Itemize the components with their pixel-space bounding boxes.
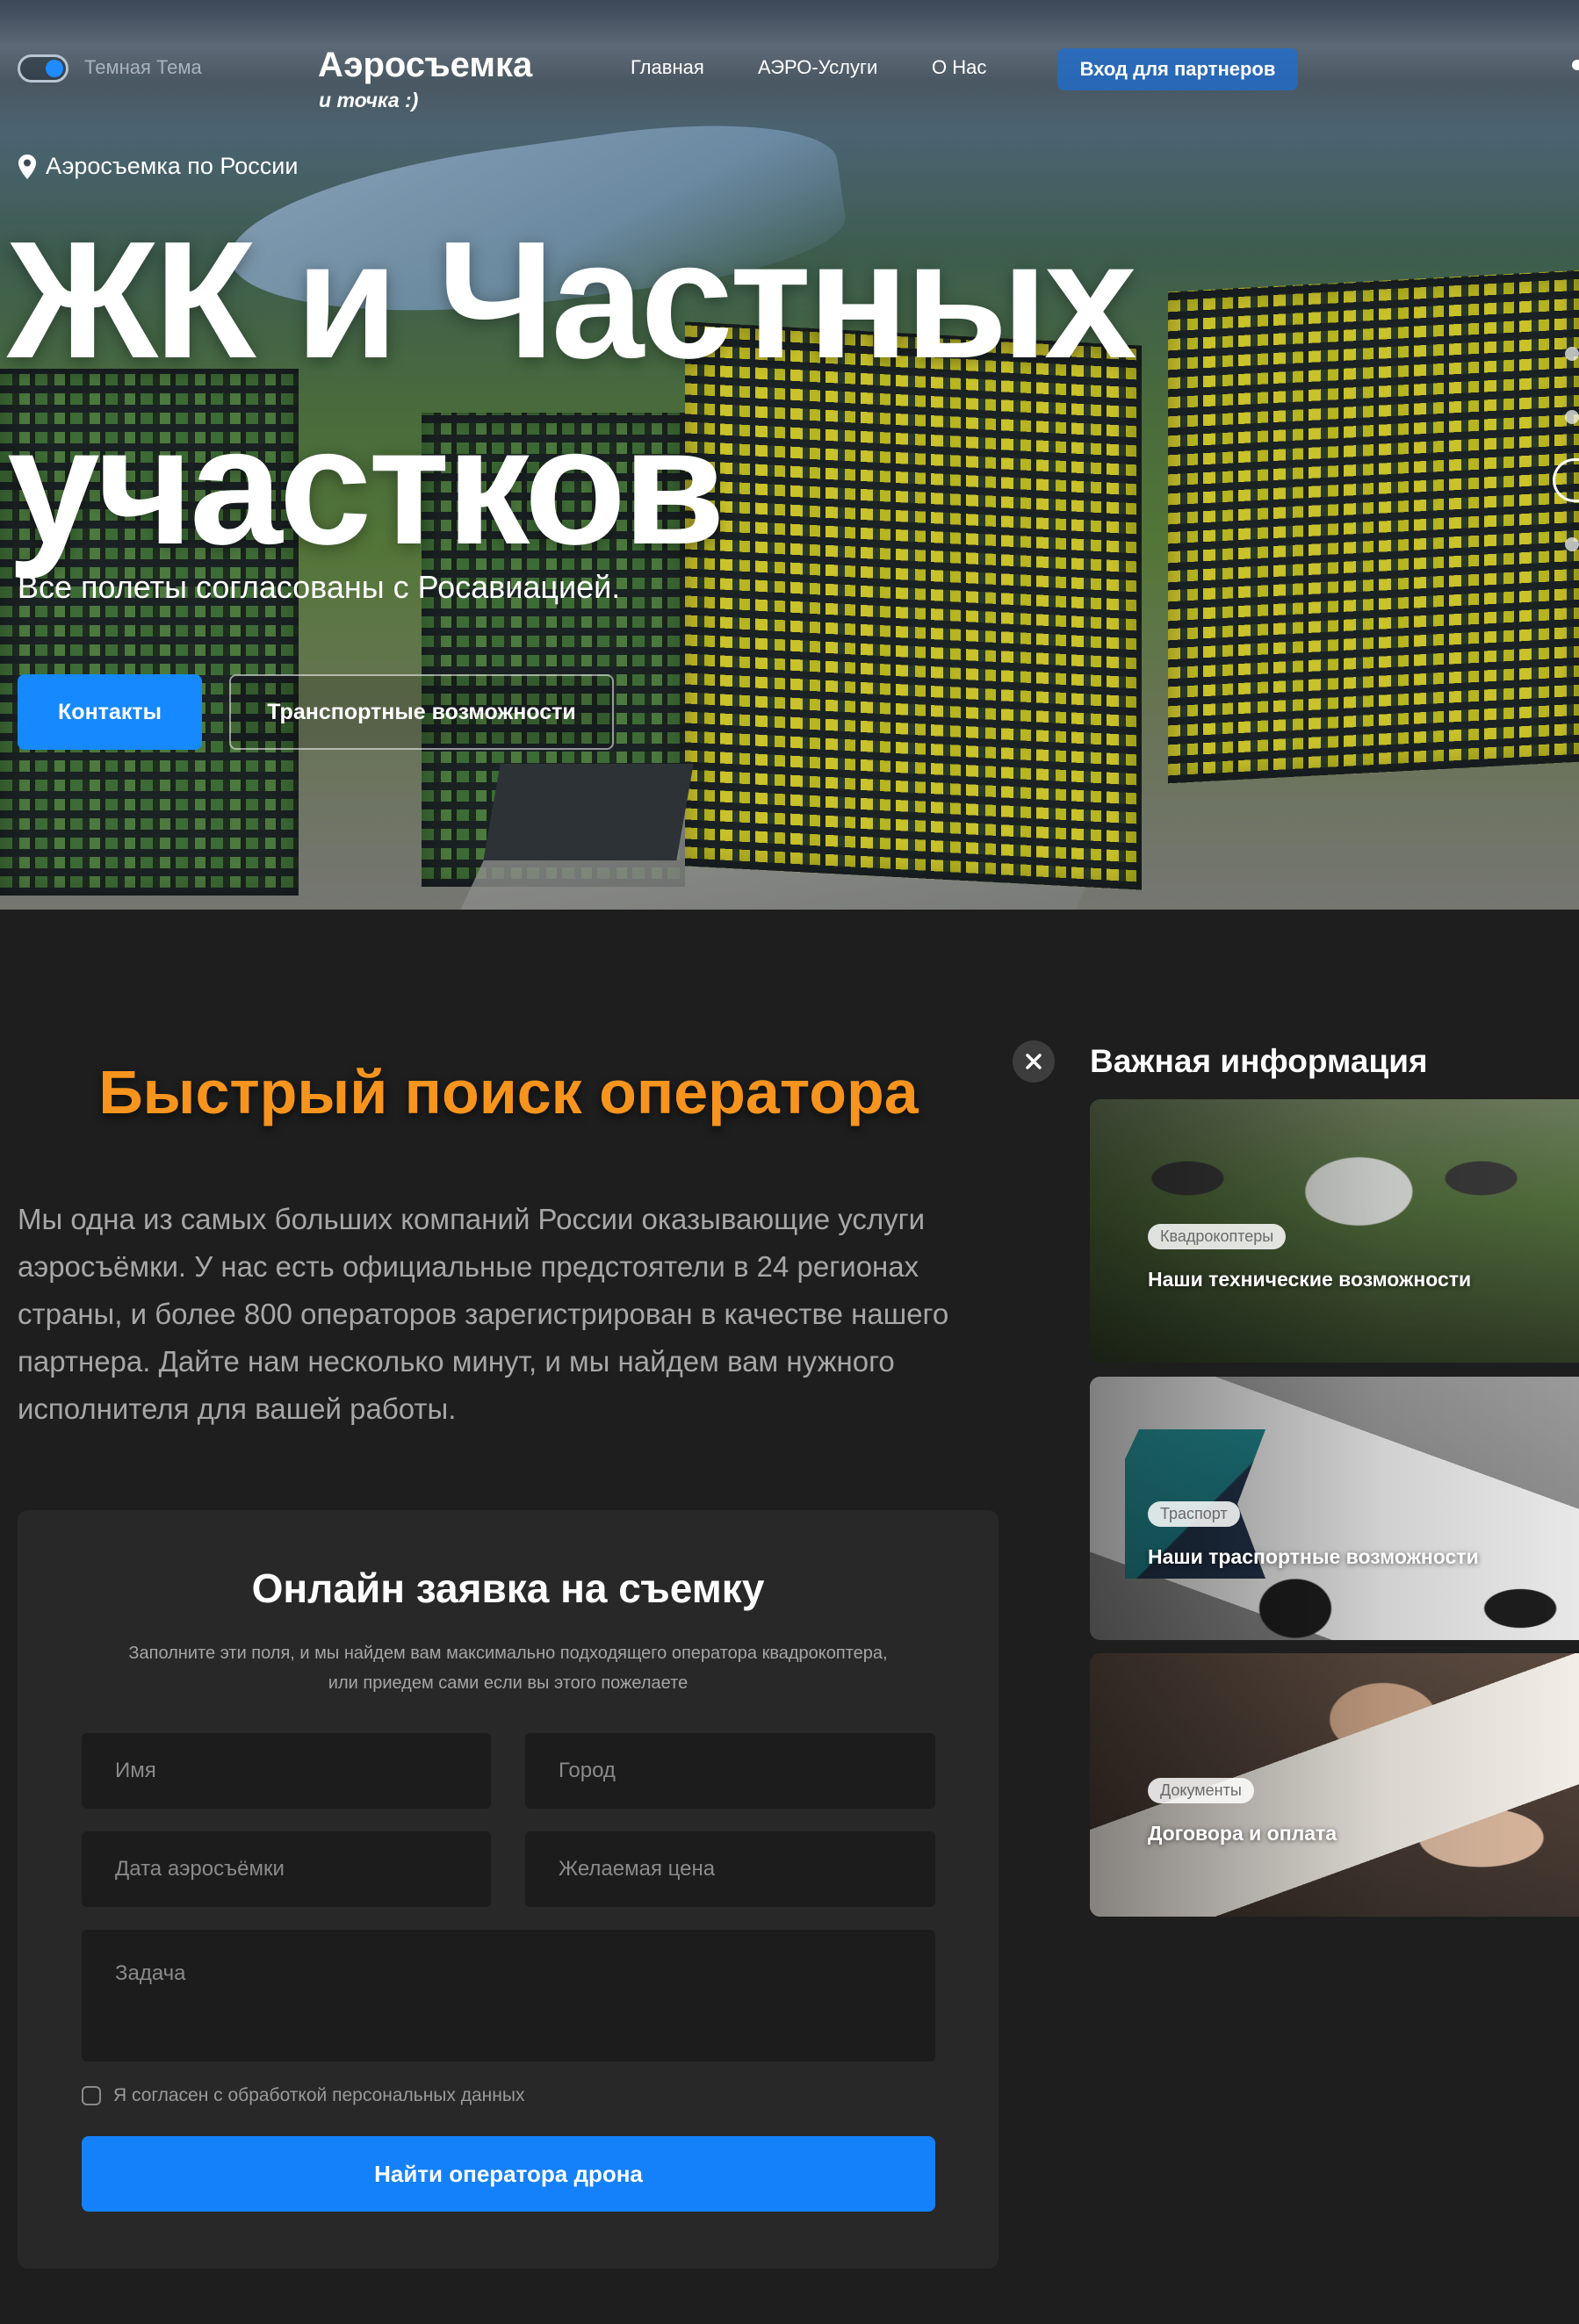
nav-aero-services[interactable]: АЭРО-Услуги (758, 56, 877, 79)
consent-checkbox[interactable] (82, 2086, 101, 2105)
hero-subtitle: Все полеты согласованы с Росавиацией. (18, 569, 621, 605)
theme-toggle-label: Темная Тема (84, 56, 202, 78)
price-field[interactable] (525, 1831, 935, 1907)
partner-login-button[interactable]: Вход для партнеров (1057, 48, 1298, 90)
card-title: Наши технические возможности (1148, 1268, 1472, 1291)
slider-dot-1[interactable] (1565, 347, 1579, 361)
contacts-button[interactable]: Контакты (18, 674, 202, 750)
hero-banner: Темная Тема Аэросъемка и точка :) Главна… (0, 0, 1579, 910)
nav-about[interactable]: О Нас (932, 56, 986, 79)
hero-title-line2: участков (7, 393, 725, 579)
request-form: Онлайн заявка на съемку Заполните эти по… (18, 1510, 999, 2269)
location-label: Аэросъемка по России (18, 153, 298, 180)
hero-title-line1: ЖК и Частных (7, 207, 1137, 393)
section-title: Быстрый поиск оператора (98, 1058, 919, 1126)
location-pin-icon (18, 154, 36, 179)
card-title: Наши траспортные возможности (1148, 1545, 1479, 1568)
form-note: Заполните эти поля, и мы найдем вам макс… (88, 1638, 928, 1698)
consent-row[interactable]: Я согласен с обработкой персональных дан… (82, 2085, 524, 2106)
card-tag: Квадрокоптеры (1148, 1224, 1287, 1249)
consent-label: Я согласен с обработкой персональных дан… (113, 2085, 525, 2105)
info-heading: Важная информация (1090, 1043, 1428, 1079)
theme-toggle[interactable] (18, 54, 68, 83)
info-card-documents[interactable]: Документы Договора и оплата (1090, 1653, 1579, 1917)
hero-title: ЖК и Частных участков (7, 207, 1237, 579)
logo-title[interactable]: Аэросъемка (318, 46, 532, 85)
close-button[interactable] (1013, 1040, 1055, 1083)
info-card-transport[interactable]: Траспорт Наши траспортные возможности (1090, 1377, 1579, 1640)
transport-button[interactable]: Транспортные возможности (229, 674, 614, 750)
city-field[interactable] (525, 1733, 935, 1809)
form-note-line1: Заполните эти поля, и мы найдем вам макс… (128, 1644, 888, 1663)
logo-tagline: и точка :) (319, 89, 419, 112)
hero-low-building (483, 764, 694, 860)
menu-dot-icon[interactable] (1572, 60, 1579, 70)
date-field[interactable] (82, 1831, 491, 1907)
location-text: Аэросъемка по России (46, 153, 299, 179)
form-title: Онлайн заявка на съемку (251, 1565, 765, 1611)
card-tag: Траспорт (1148, 1501, 1240, 1527)
name-field[interactable] (82, 1733, 491, 1809)
nav-home[interactable]: Главная (631, 56, 704, 79)
task-field[interactable] (82, 1930, 935, 2061)
info-card-drones[interactable]: Квадрокоптеры Наши технические возможнос… (1090, 1099, 1579, 1363)
form-note-line2: или приедем сами если вы этого пожелаете (328, 1673, 689, 1693)
intro-paragraph: Мы одна из самых больших компаний России… (18, 1203, 949, 1425)
slider-dot-4[interactable] (1565, 537, 1579, 551)
close-icon (1026, 1054, 1042, 1069)
toggle-knob (46, 60, 63, 77)
card-tag: Документы (1148, 1778, 1254, 1803)
slider-dot-2[interactable] (1565, 410, 1579, 424)
card-title: Договора и оплата (1148, 1822, 1337, 1845)
find-operator-button[interactable]: Найти оператора дрона (82, 2136, 935, 2212)
